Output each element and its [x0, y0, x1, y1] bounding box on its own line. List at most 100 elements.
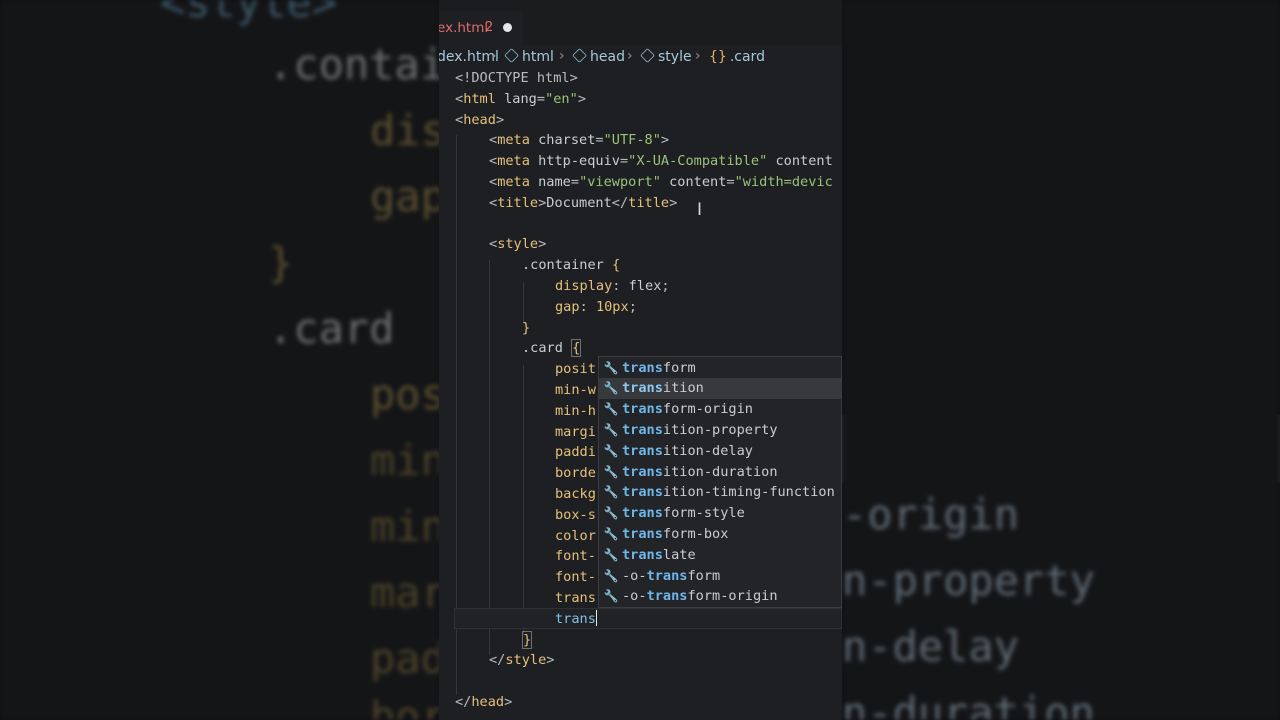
suggestion-item[interactable]: 🔧 transform-style	[599, 503, 841, 524]
bg-line: bor	[370, 692, 440, 720]
element-cube-icon	[504, 48, 519, 63]
bg-line: min	[370, 502, 440, 551]
bg-line: dis	[370, 106, 440, 155]
code-line: <meta name="viewport" content="width=dev…	[489, 174, 833, 190]
property-wrench-icon: 🔧	[603, 568, 619, 583]
chevron-right-icon: ›	[491, 48, 497, 64]
editor-tab[interactable]: ex.html 2	[439, 10, 523, 47]
suggestion-item[interactable]: 🔧 translate	[599, 545, 841, 566]
property-wrench-icon: 🔧	[603, 589, 619, 604]
suggestion-item[interactable]: 🔧 transition-delay	[599, 441, 841, 462]
code-line: <meta charset="UTF-8">	[489, 132, 670, 148]
code-line: margi	[555, 424, 596, 440]
breadcrumb-head[interactable]: head	[572, 48, 625, 65]
breadcrumb-file[interactable]: dex.html	[439, 49, 499, 65]
breadcrumb-html[interactable]: html	[504, 48, 554, 65]
suggestion-item[interactable]: 🔧 transition-duration	[599, 462, 841, 483]
code-line-current[interactable]: trans	[555, 609, 598, 630]
code-line: <meta http-equiv="X-UA-Compatible" conte…	[489, 153, 833, 169]
code-line: font-	[555, 569, 596, 585]
element-cube-icon	[572, 48, 587, 63]
code-line: .container {	[522, 257, 621, 273]
chevron-right-icon: ›	[627, 48, 633, 64]
breadcrumb-style[interactable]: style	[640, 48, 692, 65]
unsaved-dot-icon[interactable]	[503, 23, 512, 32]
background-left-zoom: <style> .contai dis gap } .card pos min …	[0, 0, 440, 720]
background-right-zoom: -origin n-property n-delay n-duration	[842, 0, 1280, 720]
code-line: min-h	[555, 403, 596, 419]
code-line: </style>	[489, 652, 555, 668]
element-cube-icon	[640, 48, 655, 63]
bg-line: min	[370, 436, 440, 485]
property-wrench-icon: 🔧	[603, 402, 619, 417]
suggestion-item[interactable]: 🔧 transition	[599, 378, 841, 400]
code-line: gap: 10px;	[555, 299, 637, 315]
suggestion-label: transform-box	[622, 525, 729, 542]
code-line: display: flex;	[555, 278, 670, 294]
suggestion-item[interactable]: 🔧 transform-origin	[599, 399, 841, 420]
suggestion-label: transition-property	[622, 421, 778, 438]
property-wrench-icon: 🔧	[603, 526, 619, 541]
code-line: }	[522, 320, 531, 336]
tab-bar: ex.html 2	[439, 0, 842, 47]
code-line: }	[522, 631, 533, 649]
bg-line: n-delay	[842, 622, 1020, 671]
suggestion-label: transition	[622, 380, 704, 397]
current-line-highlight	[454, 608, 842, 629]
bg-line: mar	[370, 568, 440, 617]
code-line: paddi	[555, 444, 596, 460]
chevron-right-icon: ›	[695, 48, 701, 64]
suggestion-label: -o-transform	[622, 567, 721, 584]
bg-line: .card	[268, 304, 395, 353]
breadcrumb-card[interactable]: {} .card	[709, 49, 765, 65]
bg-line: <style>	[160, 0, 338, 27]
suggestion-label: transform-style	[622, 505, 745, 522]
code-line: <html lang="en">	[455, 91, 586, 107]
chevron-right-icon: ›	[559, 48, 565, 64]
code-line: posit	[555, 361, 596, 377]
property-wrench-icon: 🔧	[603, 360, 619, 375]
code-line: </head>	[455, 694, 513, 710]
suggestion-label: translate	[622, 546, 696, 563]
code-line: font-	[555, 548, 596, 564]
code-line: <title>Document</title>	[489, 195, 678, 211]
code-line: <head>	[455, 112, 505, 128]
suggestion-item[interactable]: 🔧 transform-box	[599, 524, 841, 545]
property-wrench-icon: 🔧	[603, 547, 619, 562]
suggestion-label: -o-transform-origin	[622, 588, 778, 605]
indent-guide	[523, 365, 524, 635]
property-wrench-icon: 🔧	[603, 464, 619, 479]
suggestion-label: transform-origin	[622, 401, 753, 418]
property-wrench-icon: 🔧	[603, 485, 619, 500]
selector-icon: {}	[709, 49, 727, 65]
suggestion-item[interactable]: 🔧 transition-property	[599, 420, 841, 441]
bg-line: pad	[370, 634, 440, 683]
property-wrench-icon: 🔧	[603, 506, 619, 521]
suggestion-label: transition-delay	[622, 442, 753, 459]
suggestion-item[interactable]: 🔧 transform	[599, 358, 841, 379]
suggestion-item[interactable]: 🔧 -o-transform	[599, 566, 841, 587]
code-line: box-s	[555, 507, 596, 523]
bg-line: gap	[370, 172, 440, 221]
property-wrench-icon: 🔧	[603, 381, 619, 396]
breadcrumb: dex.html › html › head › style › {} .card	[439, 48, 842, 68]
tab-filename: ex.html	[439, 20, 489, 36]
suggestion-label: transition-timing-function	[622, 484, 835, 501]
code-line: .card {	[522, 339, 582, 357]
property-wrench-icon: 🔧	[603, 422, 619, 437]
mouse-ibeam-cursor-icon: I	[697, 200, 703, 220]
code-line: <!DOCTYPE html>	[455, 70, 578, 86]
suggestion-item[interactable]: 🔧 transition-timing-function	[599, 482, 841, 503]
suggestion-label: transition-duration	[622, 463, 778, 480]
bg-line: n-duration	[842, 688, 1095, 720]
suggestion-item[interactable]: 🔧 -o-transform-origin	[599, 586, 841, 607]
suggestion-label: transform	[622, 359, 696, 376]
bg-line: n-property	[842, 556, 1095, 605]
property-wrench-icon: 🔧	[603, 443, 619, 458]
bg-line: }	[268, 238, 294, 287]
code-line: backg	[555, 486, 596, 502]
autocomplete-popup[interactable]: 🔧 transform 🔧 transition 🔧 transform-origin 🔧 t…	[598, 356, 842, 608]
tab-problem-count: 2	[485, 20, 494, 35]
code-line: <style>	[489, 236, 547, 252]
bg-line: -origin	[842, 490, 1020, 539]
